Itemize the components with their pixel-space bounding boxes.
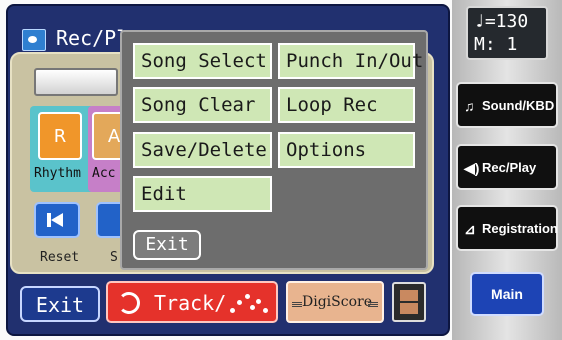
punch-in-out-button[interactable]: Punch In/Out: [278, 43, 423, 79]
rhythm-label: Rhythm: [34, 166, 81, 181]
music-note-icon: [22, 29, 46, 51]
page-title: Rec/Pl: [56, 26, 129, 50]
reset-label: Reset: [40, 250, 80, 265]
loop-rec-button[interactable]: Loop Rec: [278, 87, 415, 123]
main-button[interactable]: Main: [470, 272, 544, 316]
measure-value: M: 1: [474, 34, 518, 55]
registration-label: Registration: [482, 221, 558, 236]
music-note-icon: ♫: [464, 98, 475, 114]
registration-icon: ⊿: [464, 221, 476, 237]
digiscore-button[interactable]: DigiScore: [286, 281, 384, 323]
rhythm-part-button[interactable]: R: [38, 112, 82, 160]
options-button[interactable]: Options: [278, 132, 415, 168]
loop-icon: [118, 292, 140, 314]
dots-icon: [228, 291, 272, 315]
exit-button[interactable]: Exit: [20, 286, 100, 322]
recorder-menu-popup: Song Select Punch In/Out Song Clear Loop…: [120, 30, 428, 270]
accomp-label: Acc: [92, 166, 116, 181]
sound-kbd-label: Sound/KBD: [482, 98, 555, 113]
side-panel: ♩=130 M: 1 ♫ Sound/KBD ◀) Rec/Play ⊿ Reg…: [452, 0, 562, 340]
book-icon: [400, 290, 418, 314]
stop-label: S: [110, 250, 118, 265]
speaker-icon: ◀): [464, 160, 480, 176]
edit-button[interactable]: Edit: [133, 176, 272, 212]
progress-bar: [34, 68, 118, 96]
tempo-value: ♩=130: [474, 11, 529, 32]
tempo-display: ♩=130 M: 1: [466, 6, 548, 60]
registration-button[interactable]: ⊿ Registration: [456, 205, 558, 251]
save-delete-button[interactable]: Save/Delete: [133, 132, 272, 168]
book-button[interactable]: [392, 282, 426, 322]
reset-button[interactable]: [34, 202, 80, 238]
track-label: Track/: [154, 291, 227, 315]
digiscore-label: DigiScore: [302, 294, 372, 310]
track-button[interactable]: Track/: [106, 281, 278, 323]
popup-exit-button[interactable]: Exit: [133, 230, 201, 260]
rec-play-button[interactable]: ◀) Rec/Play: [456, 144, 558, 190]
song-select-button[interactable]: Song Select: [133, 43, 272, 79]
sound-kbd-button[interactable]: ♫ Sound/KBD: [456, 82, 558, 128]
rec-play-label: Rec/Play: [482, 160, 537, 175]
song-clear-button[interactable]: Song Clear: [133, 87, 272, 123]
